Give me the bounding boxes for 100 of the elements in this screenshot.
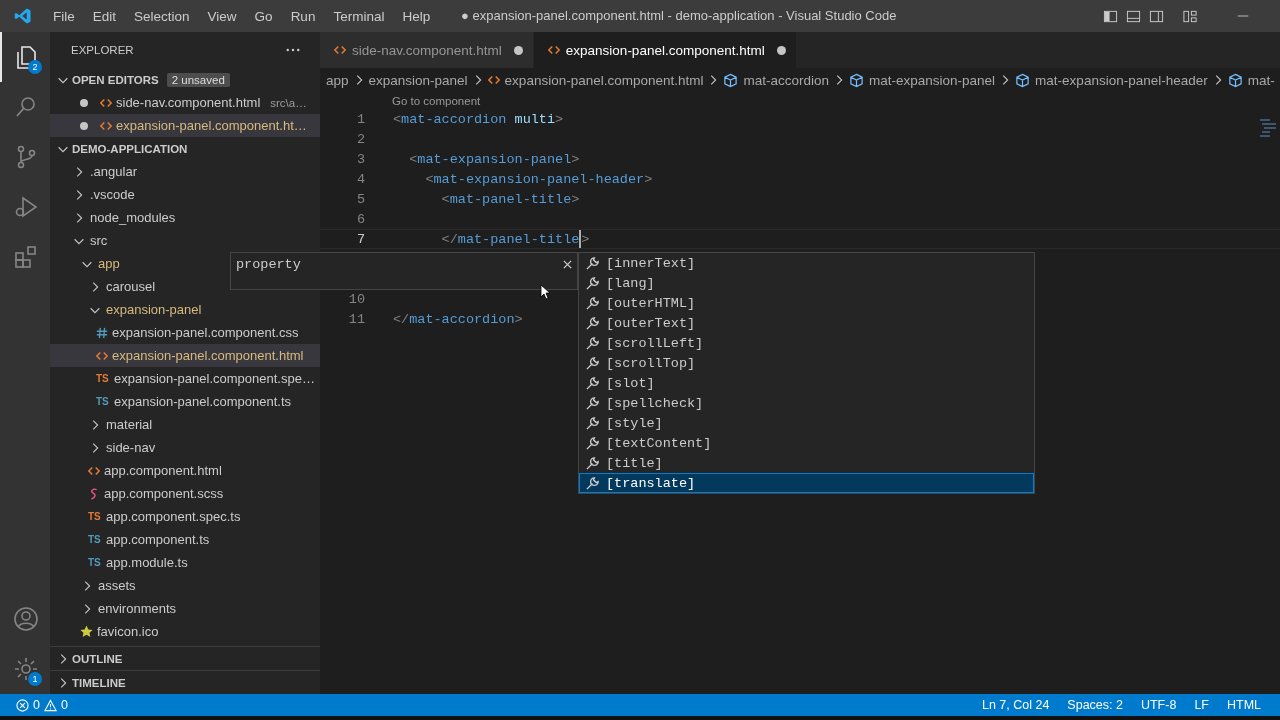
split-layout-icon[interactable]	[1149, 8, 1164, 24]
wrench-icon	[585, 295, 600, 311]
suggestion-item[interactable]: [outerText]	[579, 313, 1034, 333]
cube-icon	[1227, 72, 1243, 88]
tree-item[interactable]: TS expansion-panel.component.spe…	[50, 367, 320, 390]
tree-item[interactable]: TS app.component.spec.ts	[50, 505, 320, 528]
suggestion-item[interactable]: [scrollTop]	[579, 353, 1034, 373]
suggestion-item[interactable]: [slot]	[579, 373, 1034, 393]
more-icon[interactable]	[286, 48, 300, 52]
editor-tab[interactable]: expansion-panel.component.html	[533, 32, 797, 68]
section-header[interactable]: OPEN EDITORS 2 unsaved	[50, 68, 320, 91]
mouse-pointer-icon	[540, 284, 550, 300]
line-number: 6	[355, 211, 366, 227]
open-editor-item[interactable]: side-nav.component.html src\a…	[50, 91, 320, 114]
section-header[interactable]: OUTLINE	[50, 646, 320, 670]
line-number: 11	[347, 311, 366, 327]
code-token: mat-accordion	[409, 311, 515, 327]
file-type-icon: TS	[88, 511, 102, 522]
tree-item[interactable]: app.component.scss	[50, 482, 320, 505]
run-debug-icon	[13, 194, 39, 220]
hash-icon	[96, 326, 108, 339]
tree-item[interactable]: assets	[50, 574, 320, 597]
breadcrumb[interactable]: app	[326, 72, 349, 88]
line-number: 3	[355, 151, 366, 167]
panel-layout-icon[interactable]	[1126, 8, 1141, 24]
file-type-icon: TS	[88, 557, 102, 568]
suggestion-item[interactable]: [translate]	[579, 473, 1034, 493]
count-badge: 1	[28, 672, 42, 686]
status-item[interactable]: Spaces: 2	[1058, 698, 1132, 712]
tree-item[interactable]: side-nav	[50, 436, 320, 459]
cube-icon	[723, 72, 739, 88]
tree-item[interactable]: carousel	[50, 275, 320, 298]
customize-layout-icon[interactable]	[1182, 8, 1198, 24]
menu-item[interactable]: Run	[281, 4, 325, 28]
tree-item[interactable]: app.component.html	[50, 459, 320, 482]
code-brackets-icon	[334, 44, 346, 56]
menu-item[interactable]: View	[198, 4, 246, 28]
tree-item[interactable]: .angular	[50, 160, 320, 183]
code-token: mat-panel-title	[449, 191, 572, 207]
breadcrumb[interactable]: mat-	[1247, 72, 1275, 88]
tree-item[interactable]: favicon.ico	[50, 620, 320, 643]
suggestion-item[interactable]: [spellcheck]	[579, 393, 1034, 413]
extensions-icon	[13, 244, 39, 270]
activity-button[interactable]: 1	[0, 644, 50, 694]
suggestion-item[interactable]: [style]	[579, 413, 1034, 433]
menu-item[interactable]: Terminal	[324, 4, 394, 28]
tree-item[interactable]: material	[50, 413, 320, 436]
code-brackets-icon	[547, 44, 560, 56]
error-icon[interactable]	[16, 698, 29, 712]
suggestion-item[interactable]: [innerText]	[579, 253, 1034, 273]
status-item[interactable]: HTML	[1217, 698, 1270, 712]
breadcrumb[interactable]: mat-accordion	[743, 72, 830, 88]
tree-item[interactable]: TS app.component.ts	[50, 528, 320, 551]
sidebar-layout-icon[interactable]	[1103, 8, 1118, 24]
tree-item[interactable]: src	[50, 229, 320, 252]
tree-item[interactable]: environments	[50, 597, 320, 620]
wrench-icon	[585, 395, 600, 411]
breadcrumb[interactable]: expansion-panel	[368, 72, 468, 88]
settings-icon	[13, 656, 39, 682]
suggestion-item[interactable]: [lang]	[579, 273, 1034, 293]
tree-item[interactable]: expansion-panel.component.css	[50, 321, 320, 344]
wrench-icon	[585, 455, 600, 471]
close-icon[interactable]	[562, 259, 573, 270]
code-token: <	[424, 171, 434, 187]
warning-icon[interactable]	[43, 698, 57, 712]
breadcrumb[interactable]: mat-expansion-panel-header	[1035, 72, 1208, 88]
code-token: >	[644, 171, 653, 187]
status-item[interactable]: UTF-8	[1131, 698, 1186, 712]
tree-item[interactable]: TS expansion-panel.component.ts	[50, 390, 320, 413]
code-token: multi	[513, 111, 556, 127]
section-header[interactable]: DEMO-APPLICATION	[50, 137, 320, 160]
menu-item[interactable]: Selection	[125, 4, 199, 28]
codelens-link[interactable]: Go to component	[320, 92, 1280, 109]
star-icon	[80, 625, 93, 638]
status-item[interactable]: Ln 7, Col 24	[972, 698, 1059, 712]
panel-title: EXPLORER	[71, 44, 134, 56]
app-logo	[14, 7, 32, 25]
menu-item[interactable]: Edit	[83, 4, 126, 28]
tree-item[interactable]: node_modules	[50, 206, 320, 229]
warning-count: 0	[60, 698, 68, 712]
code-token: mat-accordion	[401, 111, 507, 127]
suggestion-item[interactable]: [title]	[579, 453, 1034, 473]
menu-item[interactable]: File	[44, 4, 84, 28]
open-editor-item[interactable]: expansion-panel.component.ht…	[50, 114, 320, 137]
suggestion-item[interactable]: [scrollLeft]	[579, 333, 1034, 353]
breadcrumb[interactable]: mat-expansion-panel	[869, 72, 996, 88]
suggestion-item[interactable]: [textContent]	[579, 433, 1034, 453]
tree-item[interactable]: TS app.module.ts	[50, 551, 320, 574]
suggestion-item[interactable]: [outerHTML]	[579, 293, 1034, 313]
line-number: 1	[355, 111, 366, 127]
tree-item[interactable]: .vscode	[50, 183, 320, 206]
breadcrumb[interactable]: expansion-panel.component.html	[504, 72, 704, 88]
menu-item[interactable]: Help	[393, 4, 440, 28]
line-number: 4	[355, 171, 366, 187]
status-item[interactable]: LF	[1185, 698, 1218, 712]
editor-tab[interactable]: side-nav.component.html	[320, 32, 534, 68]
account-icon	[13, 606, 39, 632]
menu-item[interactable]: Go	[245, 4, 282, 28]
tree-item[interactable]: expansion-panel	[50, 298, 320, 321]
tree-item[interactable]: expansion-panel.component.html	[50, 344, 320, 367]
